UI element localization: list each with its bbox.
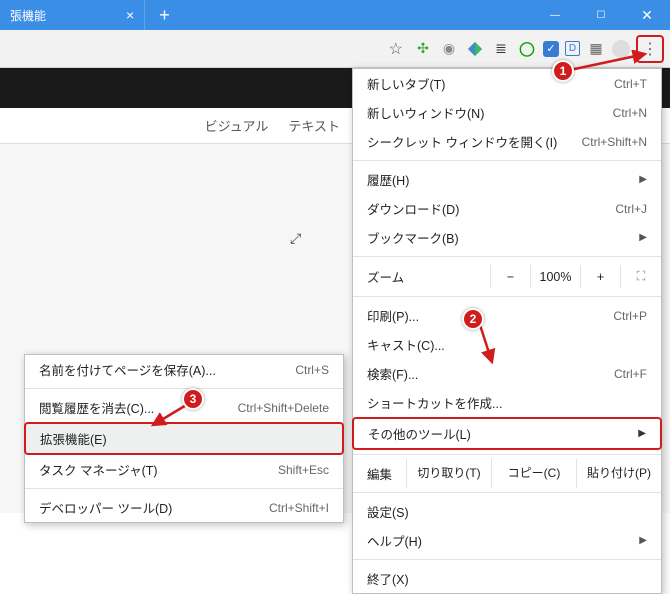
menu-downloads[interactable]: ダウンロード(D) Ctrl+J (353, 194, 661, 223)
menu-new-window[interactable]: 新しいウィンドウ(N) Ctrl+N (353, 98, 661, 127)
step-badge-3: 3 (182, 388, 204, 410)
menu-print[interactable]: 印刷(P)... Ctrl+P (353, 301, 661, 330)
menu-item-shortcut: Ctrl+Shift+I (269, 501, 329, 515)
visual-tab[interactable]: ビジュアル (205, 116, 269, 135)
menu-item-label: 閲覧履歴を消去(C)... (39, 398, 154, 417)
new-tab-button[interactable]: + (145, 0, 184, 30)
menu-divider (353, 296, 661, 297)
extension-circle-icon[interactable]: ◉ (439, 39, 459, 59)
main-menu-button[interactable]: ⋮ (636, 35, 664, 63)
submenu-extensions[interactable]: 拡張機能(E) (24, 422, 344, 455)
menu-more-tools[interactable]: その他のツール(L) ▶ (352, 417, 662, 450)
submenu-arrow-icon: ▶ (639, 535, 647, 546)
menu-item-shortcut: Ctrl+Shift+Delete (238, 401, 329, 415)
zoom-in-button[interactable]: + (581, 265, 621, 288)
window-titlebar: 張機能 × + — ☐ ✕ (0, 0, 670, 30)
extension-stack-icon[interactable]: ≣ (491, 39, 511, 59)
menu-item-label: ヘルプ(H) (367, 531, 422, 550)
submenu-arrow-icon: ▶ (638, 428, 646, 439)
menu-help[interactable]: ヘルプ(H) ▶ (353, 526, 661, 555)
menu-divider (353, 492, 661, 493)
menu-item-label: シークレット ウィンドウを開く(I) (367, 132, 557, 151)
extension-diamond-icon[interactable] (465, 39, 485, 59)
menu-item-label: 検索(F)... (367, 364, 418, 383)
menu-create-shortcut[interactable]: ショートカットを作成... (353, 388, 661, 417)
menu-item-label: デベロッパー ツール(D) (39, 498, 172, 517)
menu-item-shortcut: Ctrl+F (614, 367, 647, 381)
menu-divider (25, 488, 343, 489)
menu-settings[interactable]: 設定(S) (353, 497, 661, 526)
expand-icon[interactable]: ⤢ (290, 230, 301, 247)
menu-divider (25, 388, 343, 389)
extension-grid-icon[interactable]: ▦ (586, 39, 606, 59)
menu-item-shortcut: Ctrl+N (613, 106, 647, 120)
submenu-arrow-icon: ▶ (639, 174, 647, 185)
menu-item-label: 設定(S) (367, 502, 409, 521)
menu-item-label: タスク マネージャ(T) (39, 460, 158, 479)
submenu-dev-tools[interactable]: デベロッパー ツール(D) Ctrl+Shift+I (25, 493, 343, 522)
zoom-value: 100% (531, 265, 581, 288)
menu-bookmarks[interactable]: ブックマーク(B) ▶ (353, 223, 661, 252)
menu-item-shortcut: Ctrl+Shift+N (582, 135, 647, 149)
menu-item-label: その他のツール(L) (368, 424, 471, 443)
text-tab[interactable]: テキスト (288, 116, 340, 135)
submenu-task-manager[interactable]: タスク マネージャ(T) Shift+Esc (25, 455, 343, 484)
edit-label: 編集 (353, 459, 406, 488)
menu-item-label: ブックマーク(B) (367, 228, 459, 247)
menu-item-label: 新しいタブ(T) (367, 74, 445, 93)
main-dropdown-menu: 新しいタブ(T) Ctrl+T 新しいウィンドウ(N) Ctrl+N シークレッ… (352, 68, 662, 594)
extension-check-icon[interactable]: ✓ (543, 41, 559, 57)
zoom-label: ズーム (367, 267, 404, 286)
cut-button[interactable]: 切り取り(T) (406, 459, 491, 488)
fullscreen-button[interactable]: ⛶ (621, 265, 661, 288)
submenu-arrow-icon: ▶ (639, 232, 647, 243)
bookmark-star-icon[interactable]: ☆ (389, 39, 403, 59)
paste-button[interactable]: 貼り付け(P) (576, 459, 661, 488)
menu-edit-row: 編集 切り取り(T) コピー(C) 貼り付け(P) (353, 459, 661, 488)
menu-item-shortcut: Ctrl+T (614, 77, 647, 91)
menu-item-label: 新しいウィンドウ(N) (367, 103, 484, 122)
close-tab-icon[interactable]: × (126, 7, 134, 23)
extension-box-icon[interactable]: D (565, 41, 580, 56)
zoom-controls: − 100% + ⛶ (490, 265, 661, 288)
maximize-button[interactable]: ☐ (578, 0, 624, 30)
menu-item-label: 印刷(P)... (367, 306, 419, 325)
zoom-out-button[interactable]: − (491, 265, 531, 288)
copy-button[interactable]: コピー(C) (491, 459, 576, 488)
menu-item-label: ショートカットを作成... (367, 393, 502, 412)
submenu-save-as[interactable]: 名前を付けてページを保存(A)... Ctrl+S (25, 355, 343, 384)
menu-divider (353, 454, 661, 455)
menu-item-label: 履歴(H) (367, 170, 409, 189)
menu-item-shortcut: Ctrl+P (613, 309, 647, 323)
menu-item-shortcut: Shift+Esc (278, 463, 329, 477)
menu-item-label: 名前を付けてページを保存(A)... (39, 360, 216, 379)
menu-divider (353, 160, 661, 161)
menu-item-label: ダウンロード(D) (367, 199, 459, 218)
menu-incognito[interactable]: シークレット ウィンドウを開く(I) Ctrl+Shift+N (353, 127, 661, 156)
browser-tab[interactable]: 張機能 × (0, 0, 145, 30)
menu-item-label: 終了(X) (367, 569, 409, 588)
extension-ring-icon[interactable]: ◯ (517, 39, 537, 59)
menu-cast[interactable]: キャスト(C)... (353, 330, 661, 359)
step-badge-1: 1 (552, 60, 574, 82)
menu-new-tab[interactable]: 新しいタブ(T) Ctrl+T (353, 69, 661, 98)
menu-divider (353, 559, 661, 560)
tab-title: 張機能 (10, 7, 46, 24)
profile-avatar-icon[interactable] (612, 40, 630, 58)
menu-item-label: キャスト(C)... (367, 335, 445, 354)
more-tools-submenu: 名前を付けてページを保存(A)... Ctrl+S 閲覧履歴を消去(C)... … (24, 354, 344, 523)
menu-item-label: 拡張機能(E) (40, 429, 107, 448)
menu-exit[interactable]: 終了(X) (353, 564, 661, 593)
menu-item-shortcut: Ctrl+S (295, 363, 329, 377)
menu-find[interactable]: 検索(F)... Ctrl+F (353, 359, 661, 388)
menu-zoom-row: ズーム − 100% + ⛶ (353, 261, 661, 292)
menu-divider (353, 256, 661, 257)
close-window-button[interactable]: ✕ (624, 0, 670, 30)
step-badge-2: 2 (462, 308, 484, 330)
window-controls: — ☐ ✕ (532, 0, 670, 30)
extension-clover-icon[interactable]: ✣ (413, 39, 433, 59)
minimize-button[interactable]: — (532, 0, 578, 30)
menu-item-shortcut: Ctrl+J (615, 202, 647, 216)
menu-history[interactable]: 履歴(H) ▶ (353, 165, 661, 194)
